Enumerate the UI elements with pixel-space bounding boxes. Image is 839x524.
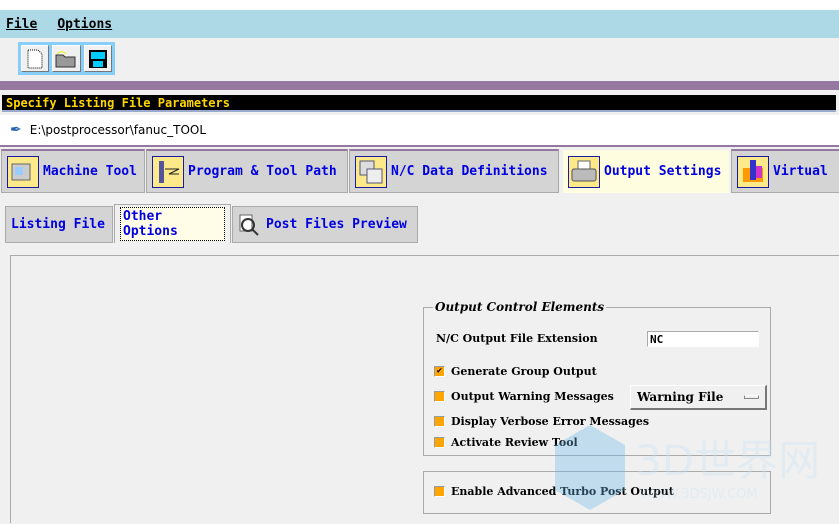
checkbox[interactable]: ✔ (434, 366, 445, 377)
top-strip (0, 0, 839, 10)
warning-option-menu[interactable]: Warning File (630, 385, 767, 410)
menu-file[interactable]: File (6, 17, 37, 32)
subtab-label: Other Options (120, 207, 225, 241)
tab-label: N/C Data Definitions (391, 164, 548, 179)
checkbox-display-verbose-errors[interactable]: Display Verbose Error Messages (434, 415, 649, 428)
subtab-label: Post Files Preview (266, 217, 407, 232)
tab-label: Program & Tool Path (188, 164, 337, 179)
subtab-label: Listing File (11, 217, 105, 232)
extension-input[interactable] (647, 331, 759, 347)
tab-virtual[interactable]: Virtual (731, 149, 839, 193)
checkbox-label: Generate Group Output (451, 365, 597, 378)
new-file-icon (27, 49, 43, 68)
new-file-button[interactable] (21, 45, 50, 72)
open-folder-icon (55, 50, 76, 67)
checkbox[interactable] (434, 437, 445, 448)
nc-data-icon (355, 155, 387, 188)
tab-label: Output Settings (604, 164, 722, 179)
checkbox-output-warning-messages[interactable]: Output Warning Messages (434, 390, 614, 403)
save-icon (88, 49, 107, 68)
checkbox-label: Activate Review Tool (451, 436, 578, 449)
checkbox-activate-review-tool[interactable]: Activate Review Tool (434, 436, 578, 449)
checkbox[interactable] (434, 416, 445, 427)
virtual-icon (737, 155, 769, 188)
subtab-post-files-preview[interactable]: Post Files Preview (232, 206, 418, 243)
option-menu-indicator-icon (744, 395, 759, 399)
checkbox-label: Output Warning Messages (451, 390, 614, 403)
checkbox-label: Display Verbose Error Messages (451, 415, 650, 428)
tab-label: Machine Tool (43, 164, 137, 179)
printer-icon (568, 155, 600, 188)
output-control-group (423, 307, 771, 456)
status-bar: Specify Listing File Parameters (2, 95, 836, 112)
warning-option-value: Warning File (637, 390, 724, 404)
checkbox-enable-turbo-post[interactable]: Enable Advanced Turbo Post Output (434, 485, 674, 498)
subtab-other-options[interactable]: Other Options (114, 204, 231, 243)
checkbox-generate-group-output[interactable]: ✔ Generate Group Output (434, 365, 597, 378)
machine-tool-icon (7, 155, 39, 188)
path-row: ✒ E:\postprocessor\fanuc_TOOL (0, 115, 839, 147)
group-title: Output Control Elements (433, 300, 607, 314)
extension-label: N/C Output File Extension (436, 332, 598, 345)
toolbar (0, 38, 839, 80)
checkbox[interactable] (434, 486, 445, 497)
checkbox[interactable] (434, 391, 445, 402)
tab-program-tool-path[interactable]: Program & Tool Path (146, 149, 348, 193)
toolbar-group (18, 42, 115, 75)
save-button[interactable] (83, 45, 112, 72)
subtab-listing-file[interactable]: Listing File (5, 206, 113, 243)
checkbox-label: Enable Advanced Turbo Post Output (451, 485, 674, 498)
feather-icon: ✒ (10, 122, 22, 138)
tab-output-settings[interactable]: Output Settings (563, 150, 729, 193)
divider-band (0, 81, 839, 90)
file-path: E:\postprocessor\fanuc_TOOL (29, 123, 207, 137)
tab-label: Virtual (773, 164, 828, 179)
open-button[interactable] (52, 45, 81, 72)
menu-bar: File Options (0, 10, 839, 38)
tab-nc-data-definitions[interactable]: N/C Data Definitions (349, 149, 559, 193)
tab-machine-tool[interactable]: Machine Tool (1, 149, 145, 193)
tool-path-icon (152, 155, 184, 188)
magnifier-icon (239, 214, 259, 236)
menu-options[interactable]: Options (57, 17, 112, 32)
